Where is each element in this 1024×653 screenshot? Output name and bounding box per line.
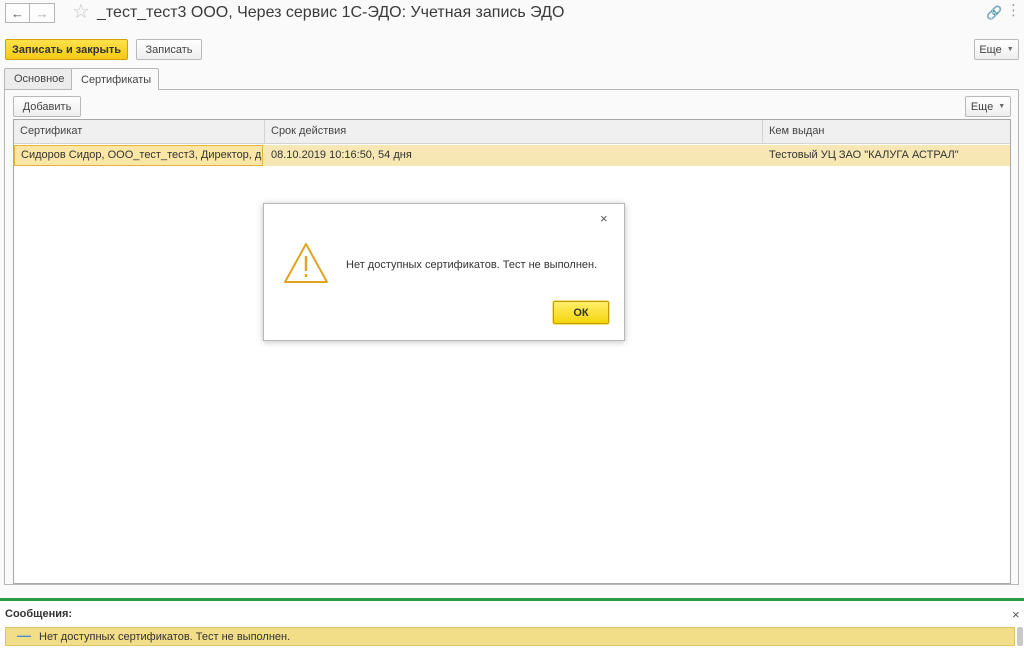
more-vertical-icon[interactable]: ⋮	[1006, 2, 1021, 20]
scrollbar[interactable]	[1017, 627, 1023, 646]
close-icon[interactable]: ×	[1012, 607, 1020, 622]
warning-dialog: × Нет доступных сертификатов. Тест не вы…	[263, 203, 625, 341]
cell-issuer[interactable]: Тестовый УЦ ЗАО "КАЛУГА АСТРАЛ"	[763, 145, 1010, 166]
column-header-validity[interactable]: Срок действия	[265, 120, 763, 144]
cell-validity[interactable]: 08.10.2019 10:16:50, 54 дня	[265, 145, 763, 166]
cell-certificate[interactable]: Сидоров Сидор, ООО_тест_тест3, Директор,…	[14, 145, 263, 166]
close-icon[interactable]: ×	[600, 211, 608, 226]
certificates-table: Сертификат Срок действия Кем выдан Сидор…	[13, 119, 1011, 584]
table-more-label: Еще	[970, 100, 994, 113]
table-row[interactable]: Сидоров Сидор, ООО_тест_тест3, Директор,…	[14, 145, 1010, 166]
table-header: Сертификат Срок действия Кем выдан	[14, 120, 1010, 144]
message-item[interactable]: — Нет доступных сертификатов. Тест не вы…	[5, 627, 1015, 646]
ok-button[interactable]: ОК	[553, 301, 609, 324]
table-more-button[interactable]: Еще ▼	[965, 96, 1011, 117]
column-header-issuer[interactable]: Кем выдан	[763, 120, 1010, 144]
arrow-right-icon: →	[35, 5, 49, 21]
caret-down-icon: ▼	[1006, 46, 1014, 53]
messages-title: Сообщения:	[5, 608, 73, 620]
form-window: ← → ☆ _тест_тест3 ООО, Через сервис 1С-Э…	[0, 0, 1024, 598]
forward-button[interactable]: →	[30, 3, 55, 23]
dialog-message: Нет доступных сертификатов. Тест не выпо…	[346, 259, 598, 271]
more-button[interactable]: Еще ▼	[974, 39, 1019, 60]
page-title: _тест_тест3 ООО, Через сервис 1С-ЭДО: Уч…	[97, 4, 565, 21]
tab-main[interactable]: Основное	[4, 68, 72, 89]
navigation-buttons: ← →	[5, 3, 55, 23]
save-and-close-button[interactable]: Записать и закрыть	[5, 39, 128, 60]
add-button[interactable]: Добавить	[13, 96, 81, 117]
dash-icon: —	[17, 627, 31, 643]
back-button[interactable]: ←	[5, 3, 30, 23]
save-button[interactable]: Записать	[136, 39, 202, 60]
message-text: Нет доступных сертификатов. Тест не выпо…	[39, 631, 291, 643]
warning-icon	[284, 243, 328, 283]
caret-down-icon: ▼	[998, 103, 1006, 110]
arrow-left-icon: ←	[11, 5, 24, 21]
column-header-certificate[interactable]: Сертификат	[14, 120, 265, 144]
link-icon[interactable]: 🔗	[986, 5, 1002, 21]
star-icon[interactable]: ☆	[72, 1, 90, 23]
messages-panel: Сообщения: × — Нет доступных сертификато…	[0, 601, 1024, 653]
tab-certificates[interactable]: Сертификаты	[71, 68, 159, 90]
more-button-label: Еще	[979, 43, 1002, 56]
